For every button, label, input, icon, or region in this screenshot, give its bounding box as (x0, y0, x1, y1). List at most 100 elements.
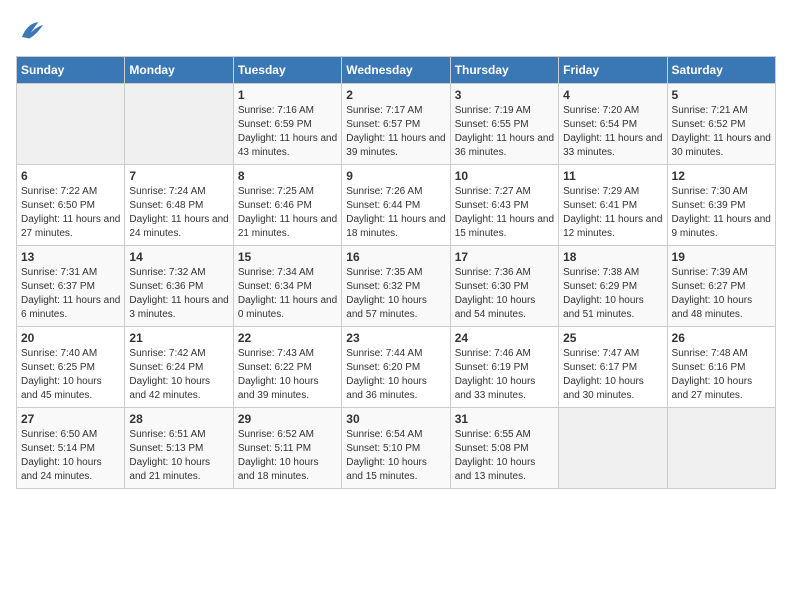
day-info: Sunrise: 6:55 AM Sunset: 5:08 PM Dayligh… (455, 428, 554, 484)
weekday-header-saturday: Saturday (667, 57, 775, 84)
day-info: Sunrise: 7:46 AM Sunset: 6:19 PM Dayligh… (455, 347, 554, 403)
calendar-day-cell: 17 Sunrise: 7:36 AM Sunset: 6:30 PM Dayli… (450, 246, 558, 327)
day-info: Sunrise: 7:36 AM Sunset: 6:30 PM Dayligh… (455, 266, 554, 322)
calendar-day-cell: 24Sunrise: 7:46 AM Sunset: 6:19 PM Dayli… (450, 327, 558, 408)
day-number: 4 (563, 88, 662, 102)
day-info: Sunrise: 7:25 AM Sunset: 6:46 PM Dayligh… (238, 185, 337, 241)
day-number: 20 (21, 331, 120, 345)
day-info: Sunrise: 7:44 AM Sunset: 6:20 PM Dayligh… (346, 347, 445, 403)
day-info: Sunrise: 7:38 AM Sunset: 6:29 PM Dayligh… (563, 266, 662, 322)
day-number: 22 (238, 331, 337, 345)
calendar-day-cell: 11 Sunrise: 7:29 AM Sunset: 6:41 PM Dayli… (559, 165, 667, 246)
day-number: 10 (455, 169, 554, 183)
calendar-day-cell: 13 Sunrise: 7:31 AM Sunset: 6:37 PM Dayli… (17, 246, 125, 327)
day-info: Sunrise: 7:27 AM Sunset: 6:43 PM Dayligh… (455, 185, 554, 241)
day-number: 2 (346, 88, 445, 102)
day-number: 11 (563, 169, 662, 183)
day-number: 17 (455, 250, 554, 264)
calendar-day-cell: 20 Sunrise: 7:40 AM Sunset: 6:25 PM Dayli… (17, 327, 125, 408)
day-info: Sunrise: 7:22 AM Sunset: 6:50 PM Dayligh… (21, 185, 120, 241)
day-info: Sunrise: 7:47 AM Sunset: 6:17 PM Dayligh… (563, 347, 662, 403)
day-number: 5 (672, 88, 771, 102)
calendar-day-cell: 6 Sunrise: 7:22 AM Sunset: 6:50 PM Daylig… (17, 165, 125, 246)
day-info: Sunrise: 7:21 AM Sunset: 6:52 PM Dayligh… (672, 104, 771, 160)
day-number: 13 (21, 250, 120, 264)
calendar-day-cell: 22 Sunrise: 7:43 AM Sunset: 6:22 PM Dayli… (233, 327, 341, 408)
calendar-day-cell: 27 Sunrise: 6:50 AM Sunset: 5:14 PM Dayli… (17, 408, 125, 489)
day-number: 16 (346, 250, 445, 264)
calendar-day-cell: 14 Sunrise: 7:32 AM Sunset: 6:36 PM Dayli… (125, 246, 233, 327)
calendar-day-cell: 10 Sunrise: 7:27 AM Sunset: 6:43 PM Dayli… (450, 165, 558, 246)
calendar-day-cell: 12 Sunrise: 7:30 AM Sunset: 6:39 PM Dayli… (667, 165, 775, 246)
calendar-week-row: 27 Sunrise: 6:50 AM Sunset: 5:14 PM Dayli… (17, 408, 776, 489)
day-info: Sunrise: 7:24 AM Sunset: 6:48 PM Dayligh… (129, 185, 228, 241)
calendar-day-cell: 1 Sunrise: 7:16 AM Sunset: 6:59 PM Daylig… (233, 84, 341, 165)
day-number: 15 (238, 250, 337, 264)
day-info: Sunrise: 6:50 AM Sunset: 5:14 PM Dayligh… (21, 428, 120, 484)
calendar-day-cell: 31 Sunrise: 6:55 AM Sunset: 5:08 PM Dayli… (450, 408, 558, 489)
page-header (16, 16, 776, 46)
day-number: 14 (129, 250, 228, 264)
calendar-day-cell: 26Sunrise: 7:48 AM Sunset: 6:16 PM Dayli… (667, 327, 775, 408)
day-number: 29 (238, 412, 337, 426)
day-info: Sunrise: 6:54 AM Sunset: 5:10 PM Dayligh… (346, 428, 445, 484)
day-number: 25 (563, 331, 662, 345)
calendar-day-cell (17, 84, 125, 165)
calendar-day-cell: 25 Sunrise: 7:47 AM Sunset: 6:17 PM Dayli… (559, 327, 667, 408)
day-number: 27 (21, 412, 120, 426)
calendar-day-cell: 21Sunrise: 7:42 AM Sunset: 6:24 PM Dayli… (125, 327, 233, 408)
day-info: Sunrise: 7:31 AM Sunset: 6:37 PM Dayligh… (21, 266, 120, 322)
day-number: 9 (346, 169, 445, 183)
calendar-day-cell (559, 408, 667, 489)
calendar-day-cell: 18 Sunrise: 7:38 AM Sunset: 6:29 PM Dayli… (559, 246, 667, 327)
calendar-week-row: 20 Sunrise: 7:40 AM Sunset: 6:25 PM Dayli… (17, 327, 776, 408)
day-info: Sunrise: 7:34 AM Sunset: 6:34 PM Dayligh… (238, 266, 337, 322)
calendar-day-cell: 28 Sunrise: 6:51 AM Sunset: 5:13 PM Dayli… (125, 408, 233, 489)
day-info: Sunrise: 7:20 AM Sunset: 6:54 PM Dayligh… (563, 104, 662, 160)
day-info: Sunrise: 7:39 AM Sunset: 6:27 PM Dayligh… (672, 266, 771, 322)
day-number: 21 (129, 331, 228, 345)
calendar-day-cell: 16 Sunrise: 7:35 AM Sunset: 6:32 PM Dayli… (342, 246, 450, 327)
day-number: 28 (129, 412, 228, 426)
day-number: 6 (21, 169, 120, 183)
calendar-day-cell: 8 Sunrise: 7:25 AM Sunset: 6:46 PM Daylig… (233, 165, 341, 246)
weekday-header-tuesday: Tuesday (233, 57, 341, 84)
day-info: Sunrise: 7:35 AM Sunset: 6:32 PM Dayligh… (346, 266, 445, 322)
calendar-day-cell: 2Sunrise: 7:17 AM Sunset: 6:57 PM Daylig… (342, 84, 450, 165)
day-number: 19 (672, 250, 771, 264)
day-info: Sunrise: 7:32 AM Sunset: 6:36 PM Dayligh… (129, 266, 228, 322)
day-number: 8 (238, 169, 337, 183)
calendar-day-cell: 4 Sunrise: 7:20 AM Sunset: 6:54 PM Daylig… (559, 84, 667, 165)
calendar-body: 1 Sunrise: 7:16 AM Sunset: 6:59 PM Daylig… (17, 84, 776, 489)
calendar-day-cell: 19 Sunrise: 7:39 AM Sunset: 6:27 PM Dayli… (667, 246, 775, 327)
weekday-header-thursday: Thursday (450, 57, 558, 84)
day-number: 31 (455, 412, 554, 426)
calendar-day-cell: 29 Sunrise: 6:52 AM Sunset: 5:11 PM Dayli… (233, 408, 341, 489)
calendar-week-row: 1 Sunrise: 7:16 AM Sunset: 6:59 PM Daylig… (17, 84, 776, 165)
day-info: Sunrise: 7:30 AM Sunset: 6:39 PM Dayligh… (672, 185, 771, 241)
day-info: Sunrise: 7:29 AM Sunset: 6:41 PM Dayligh… (563, 185, 662, 241)
day-info: Sunrise: 7:26 AM Sunset: 6:44 PM Dayligh… (346, 185, 445, 241)
day-info: Sunrise: 7:43 AM Sunset: 6:22 PM Dayligh… (238, 347, 337, 403)
day-number: 1 (238, 88, 337, 102)
calendar-day-cell: 30Sunrise: 6:54 AM Sunset: 5:10 PM Dayli… (342, 408, 450, 489)
calendar-day-cell: 7Sunrise: 7:24 AM Sunset: 6:48 PM Daylig… (125, 165, 233, 246)
calendar-week-row: 6 Sunrise: 7:22 AM Sunset: 6:50 PM Daylig… (17, 165, 776, 246)
day-info: Sunrise: 7:16 AM Sunset: 6:59 PM Dayligh… (238, 104, 337, 160)
day-info: Sunrise: 6:51 AM Sunset: 5:13 PM Dayligh… (129, 428, 228, 484)
weekday-header-monday: Monday (125, 57, 233, 84)
day-info: Sunrise: 7:19 AM Sunset: 6:55 PM Dayligh… (455, 104, 554, 160)
calendar-week-row: 13 Sunrise: 7:31 AM Sunset: 6:37 PM Dayli… (17, 246, 776, 327)
weekday-header-row: SundayMondayTuesdayWednesdayThursdayFrid… (17, 57, 776, 84)
day-number: 18 (563, 250, 662, 264)
calendar-day-cell: 9 Sunrise: 7:26 AM Sunset: 6:44 PM Daylig… (342, 165, 450, 246)
weekday-header-sunday: Sunday (17, 57, 125, 84)
day-info: Sunrise: 6:52 AM Sunset: 5:11 PM Dayligh… (238, 428, 337, 484)
weekday-header-wednesday: Wednesday (342, 57, 450, 84)
day-info: Sunrise: 7:40 AM Sunset: 6:25 PM Dayligh… (21, 347, 120, 403)
calendar-day-cell: 15 Sunrise: 7:34 AM Sunset: 6:34 PM Dayli… (233, 246, 341, 327)
day-number: 12 (672, 169, 771, 183)
calendar-header: SundayMondayTuesdayWednesdayThursdayFrid… (17, 57, 776, 84)
day-info: Sunrise: 7:48 AM Sunset: 6:16 PM Dayligh… (672, 347, 771, 403)
weekday-header-friday: Friday (559, 57, 667, 84)
